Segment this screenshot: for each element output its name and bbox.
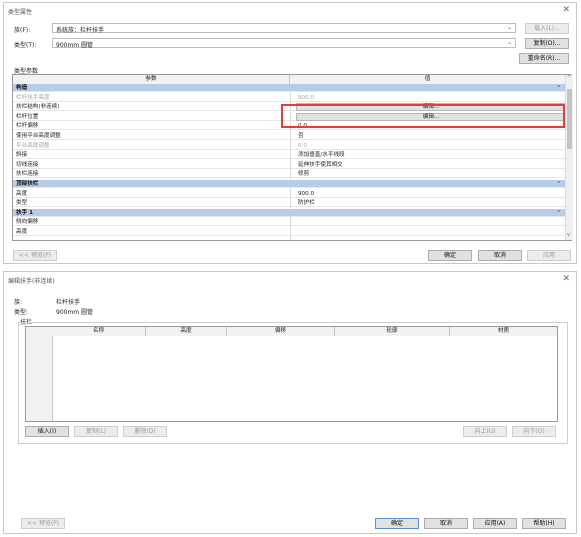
scroll-up-icon[interactable]: ^ (567, 75, 571, 81)
parameter-name: 切线连接 (16, 161, 39, 168)
type-label: 类型(T): (14, 42, 37, 49)
column-header-offset: 偏移 (227, 327, 335, 336)
parameter-name: 使用平台高度调整 (16, 133, 61, 139)
parameter-name: 平台高度调整 (16, 142, 50, 149)
ok-button[interactable]: 确定 (428, 250, 472, 261)
parameter-row[interactable]: 切线连接 延伸扶手使其相交 (13, 161, 565, 169)
group-name: 构造 (16, 85, 28, 91)
column-header-material: 材质 (450, 327, 557, 336)
parameter-group-row[interactable]: 构造 ⌃ (13, 84, 565, 92)
parameter-group-row[interactable]: 顶部扶栏 ⌃ (13, 180, 565, 188)
parameter-group-row[interactable]: 扶手 1 ⌃ (13, 208, 565, 217)
parameter-value[interactable]: 0.0 (298, 142, 307, 150)
column-header-height: 高度 (146, 327, 227, 336)
parameter-name: 高度 (16, 190, 28, 197)
parameter-value[interactable]: 否 (298, 132, 304, 140)
copy-button[interactable]: 复制(L) (74, 426, 118, 437)
parameter-value[interactable]: 900.0 (298, 94, 314, 102)
parameter-value[interactable]: 修剪 (298, 170, 309, 178)
type-select[interactable]: 900mm 圆管 ⌄ (52, 38, 516, 49)
parameter-name: 栏杆扶手高度 (16, 94, 50, 101)
parameter-name: 侧向偏移 (16, 219, 39, 226)
column-header-profile: 轮廓 (335, 327, 450, 336)
dialog-titlebar: 编辑扶手(非连续) ✕ (4, 272, 576, 288)
parameter-row[interactable]: 斜接 添加垂直/水平线段 (13, 151, 565, 160)
parameter-name: 栏杆位置 (16, 113, 39, 120)
load-button[interactable]: 载入(L)... (525, 23, 569, 34)
move-down-button[interactable]: 向下(O) (512, 426, 556, 437)
help-button[interactable]: 帮助(H) (522, 518, 566, 529)
delete-button[interactable]: 删除(D) (123, 426, 167, 437)
scroll-thumb[interactable] (567, 89, 572, 149)
apply-button[interactable]: 应用(A) (473, 518, 517, 529)
vertical-scrollbar[interactable]: ^ v (565, 75, 573, 240)
duplicate-button[interactable]: 复制(D)... (525, 38, 569, 49)
parameter-name: 扶栏连接 (16, 171, 39, 178)
parameter-row[interactable]: 高度 (13, 228, 565, 236)
column-header-value: 值 (290, 75, 565, 84)
close-icon[interactable]: ✕ (562, 5, 570, 15)
close-icon[interactable]: ✕ (562, 274, 570, 284)
parameter-value[interactable]: 添加垂直/水平线段 (298, 151, 345, 159)
move-up-button[interactable]: 向上(U) (463, 426, 507, 437)
parameter-grid: 参数 值 构造 ⌃ 栏杆扶手高度 900.0 扶栏结构(非连续) 编辑... 栏杆位置 编辑.… (12, 74, 573, 241)
highlight-box (281, 104, 565, 128)
parameter-name: 类型 (16, 200, 28, 207)
parameter-row[interactable]: 侧向偏移 (13, 218, 565, 227)
type-value: 900mm 圆管 (56, 42, 94, 49)
cancel-button[interactable]: 取消 (424, 518, 468, 529)
ok-button[interactable]: 确定 (375, 518, 419, 529)
collapse-icon[interactable]: ⌃ (557, 180, 561, 188)
type-value: 900mm 圆管 (56, 309, 94, 316)
row-header-column (26, 327, 53, 421)
rails-table: 名称 高度 偏移 轮廓 材质 (25, 326, 558, 422)
family-value: 栏杆扶手 (56, 299, 81, 306)
type-properties-dialog: 类型属性 ✕ 族(F): 系统族：栏杆扶手 ⌄ 载入(L)... 类型(T): … (3, 2, 577, 264)
rename-button[interactable]: 重命名(R)... (519, 53, 569, 64)
parameter-row[interactable]: 使用平台高度调整 否 (13, 132, 565, 140)
edit-rails-dialog: 编辑扶手(非连续) ✕ 族: 栏杆扶手 类型: 900mm 圆管 扶栏 名称 高… (3, 271, 577, 534)
family-value: 系统族：栏杆扶手 (56, 27, 105, 34)
parameter-value[interactable]: 延伸扶手使其相交 (298, 161, 343, 169)
parameter-row[interactable]: 高度 900.0 (13, 190, 565, 198)
family-label: 族(F): (14, 27, 31, 34)
column-header-name: 名称 (52, 327, 146, 336)
preview-button[interactable]: << 预览(P) (21, 518, 65, 529)
cancel-button[interactable]: 取消 (478, 250, 522, 261)
dialog-title: 编辑扶手(非连续) (8, 278, 55, 285)
parameter-name: 斜接 (16, 152, 28, 159)
chevron-down-icon: ⌄ (506, 24, 512, 31)
insert-button[interactable]: 插入(I) (25, 426, 69, 437)
scroll-down-icon[interactable]: v (567, 232, 570, 238)
parameter-name: 高度 (16, 229, 28, 235)
collapse-icon[interactable]: ⌃ (557, 209, 561, 217)
preview-button[interactable]: << 预览(P) (13, 250, 57, 261)
parameter-value[interactable]: 900.0 (298, 190, 314, 198)
parameter-row[interactable]: 扶栏连接 修剪 (13, 170, 565, 179)
column-header-parameter: 参数 (13, 75, 290, 84)
type-label: 类型: (14, 309, 29, 316)
group-name: 扶手 1 (16, 209, 34, 216)
parameter-name: 栏杆偏移 (16, 123, 39, 130)
family-label: 族: (14, 299, 23, 306)
dialog-titlebar: 类型属性 ✕ (4, 3, 576, 19)
chevron-down-icon: ⌄ (506, 39, 512, 46)
parameter-row[interactable]: 平台高度调整 0.0 (13, 142, 565, 150)
collapse-icon[interactable]: ⌃ (557, 84, 561, 92)
parameter-row[interactable]: 栏杆扶手高度 900.0 (13, 94, 565, 102)
dialog-title: 类型属性 (8, 9, 33, 16)
parameter-name: 扶栏结构(非连续) (16, 104, 60, 111)
apply-button[interactable]: 应用 (527, 250, 571, 261)
group-name: 顶部扶栏 (16, 181, 39, 187)
parameter-value[interactable]: 防护栏 (298, 199, 315, 207)
family-select[interactable]: 系统族：栏杆扶手 ⌄ (52, 23, 516, 34)
parameter-row[interactable]: 类型 防护栏 (13, 199, 565, 208)
